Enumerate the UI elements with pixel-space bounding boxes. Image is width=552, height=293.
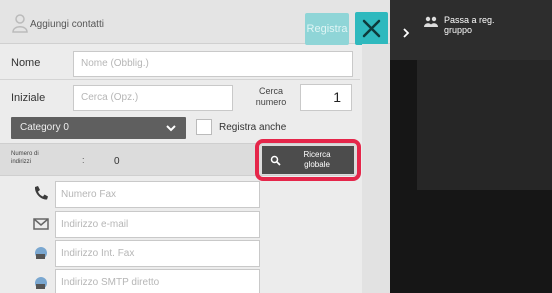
search-number-label: Cerca numero [253,86,289,108]
internet-fax-icon [35,247,47,259]
register-button[interactable]: Registra [305,13,349,45]
address-count-value: 0 [114,156,120,167]
phone-icon [34,186,48,200]
chevron-down-icon [166,125,176,132]
address-count-label-line1: Numero di [11,151,39,157]
search-number-field[interactable]: 1 [300,84,352,111]
register-also-label: Registra anche [219,122,287,133]
category-select[interactable]: Category 0 [11,117,186,139]
dialog-title: Aggiungi contatti [30,19,104,30]
initial-field[interactable]: Cerca (Opz.) [73,85,233,111]
fax-number-field[interactable]: Numero Fax [55,181,260,208]
dialog-header: Aggiungi contatti Registra [0,0,390,45]
close-button[interactable] [355,12,388,45]
switch-to-group-button[interactable]: Passa a reg. gruppo [390,0,552,60]
smtp-icon [35,277,47,289]
name-label: Nome [11,57,41,69]
person-icon [12,14,28,33]
internet-fax-field[interactable]: Indirizzo Int. Fax [55,240,260,267]
name-field[interactable]: Nome (Obblig.) [73,51,353,77]
group-icon [424,16,438,27]
switch-to-group-label-line2: gruppo [444,25,473,35]
chevron-right-icon [403,28,410,38]
address-count-colon: : [82,155,85,165]
switch-to-group-label-line1: Passa a reg. [444,15,495,25]
add-contact-dialog: Aggiungi contatti Registra Nome Nome (Ob… [0,0,390,293]
smtp-address-field[interactable]: Indirizzo SMTP diretto [55,269,260,293]
initial-label: Iniziale [11,92,46,104]
switch-to-group-label: Passa a reg. gruppo [444,15,524,35]
search-number-label-line1: Cerca [258,86,283,96]
highlight-frame [255,139,361,181]
address-count-label-line2: indirizzi [11,159,32,165]
search-number-label-line2: numero [255,97,287,107]
address-count-label: Numero di indirizzi [11,150,39,166]
scrollbar[interactable] [362,44,390,293]
email-address-field[interactable]: Indirizzo e-mail [55,211,260,238]
close-icon [362,19,381,38]
row-divider [0,79,360,80]
register-also-checkbox[interactable] [196,119,212,135]
category-value: Category 0 [20,122,69,133]
side-panel: Passa a reg. gruppo [390,0,552,293]
side-panel-area [417,60,552,190]
email-icon [33,218,49,230]
